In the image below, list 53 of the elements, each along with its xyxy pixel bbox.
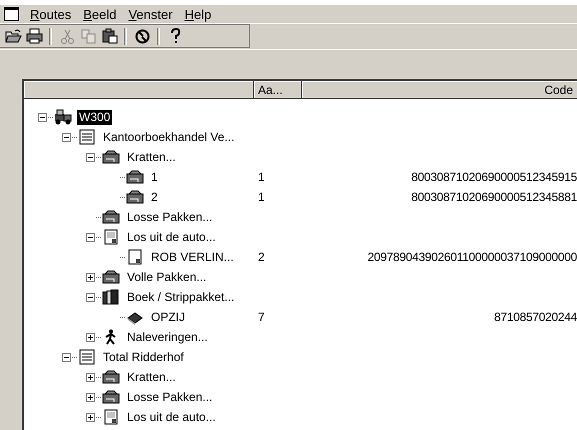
open-folder-icon[interactable] [4, 27, 22, 45]
tree-item[interactable]: Kantoorboekhandel Ve... [101, 130, 236, 144]
window-icon[interactable] [4, 7, 19, 21]
table-cell: 1 [258, 190, 265, 204]
tree-item[interactable]: Losse Pakken... [125, 390, 214, 404]
collapse-icon[interactable] [62, 132, 71, 142]
table-cell: 209789043902601100000037109000000 [368, 250, 577, 264]
collapse-icon[interactable] [38, 112, 47, 122]
expand-icon[interactable] [86, 372, 95, 382]
menu-item[interactable]: Venster [123, 6, 178, 22]
printer-icon[interactable] [25, 27, 43, 45]
document-icon [102, 229, 120, 245]
page-icon [126, 249, 144, 265]
menu-item[interactable]: Beeld [78, 6, 122, 22]
column-header[interactable]: Aa... [254, 81, 302, 99]
document-icon [102, 409, 120, 425]
expand-icon[interactable] [86, 332, 95, 342]
expand-icon[interactable] [86, 392, 95, 402]
tree-item[interactable]: Naleveringen... [125, 330, 210, 344]
truck-icon [54, 109, 72, 125]
tree-item[interactable]: Losse Pakken... [125, 210, 214, 224]
tree-item[interactable]: 2 [149, 190, 160, 204]
table-cell: 80030871020690000512345881 [411, 190, 577, 204]
table-cell: 80030871020690000512345915 [411, 170, 577, 184]
menu-item[interactable]: Help [180, 6, 216, 22]
clipboard-icon[interactable] [100, 27, 118, 45]
tree-item[interactable]: Boek / Strippakket... [125, 290, 236, 304]
table-cell: 7 [258, 310, 265, 324]
expand-icon[interactable] [86, 412, 95, 422]
table-cell: 2 [258, 250, 265, 264]
tree-item[interactable]: Los uit de auto... [125, 410, 218, 424]
collapse-icon[interactable] [62, 352, 71, 362]
menu-item[interactable]: Routes [25, 6, 76, 22]
tree-item[interactable]: OPZIJ [149, 310, 188, 324]
tree-item[interactable]: Kratten... [125, 370, 178, 384]
ledger-icon [78, 349, 96, 365]
tree-item[interactable]: ROB VERLIN... [149, 250, 236, 264]
tree-item[interactable]: Total Ridderhof [101, 350, 186, 364]
collapse-icon[interactable] [86, 292, 95, 302]
tree-item[interactable]: 1 [149, 170, 160, 184]
ledger-icon [78, 129, 96, 145]
tree-item[interactable]: Los uit de auto... [125, 230, 218, 244]
tree-item[interactable]: Kratten... [125, 150, 178, 164]
column-header[interactable]: Code [302, 81, 577, 99]
table-cell: 1 [258, 170, 265, 184]
books-icon [102, 289, 120, 305]
tree-item[interactable]: W300 [77, 110, 112, 124]
collapse-icon[interactable] [86, 152, 95, 162]
tree-item[interactable]: Volle Pakken... [125, 270, 208, 284]
column-header[interactable] [24, 81, 254, 99]
table-cell: 8710857020244 [494, 310, 577, 324]
expand-icon[interactable] [86, 272, 95, 282]
collapse-icon[interactable] [86, 232, 95, 242]
